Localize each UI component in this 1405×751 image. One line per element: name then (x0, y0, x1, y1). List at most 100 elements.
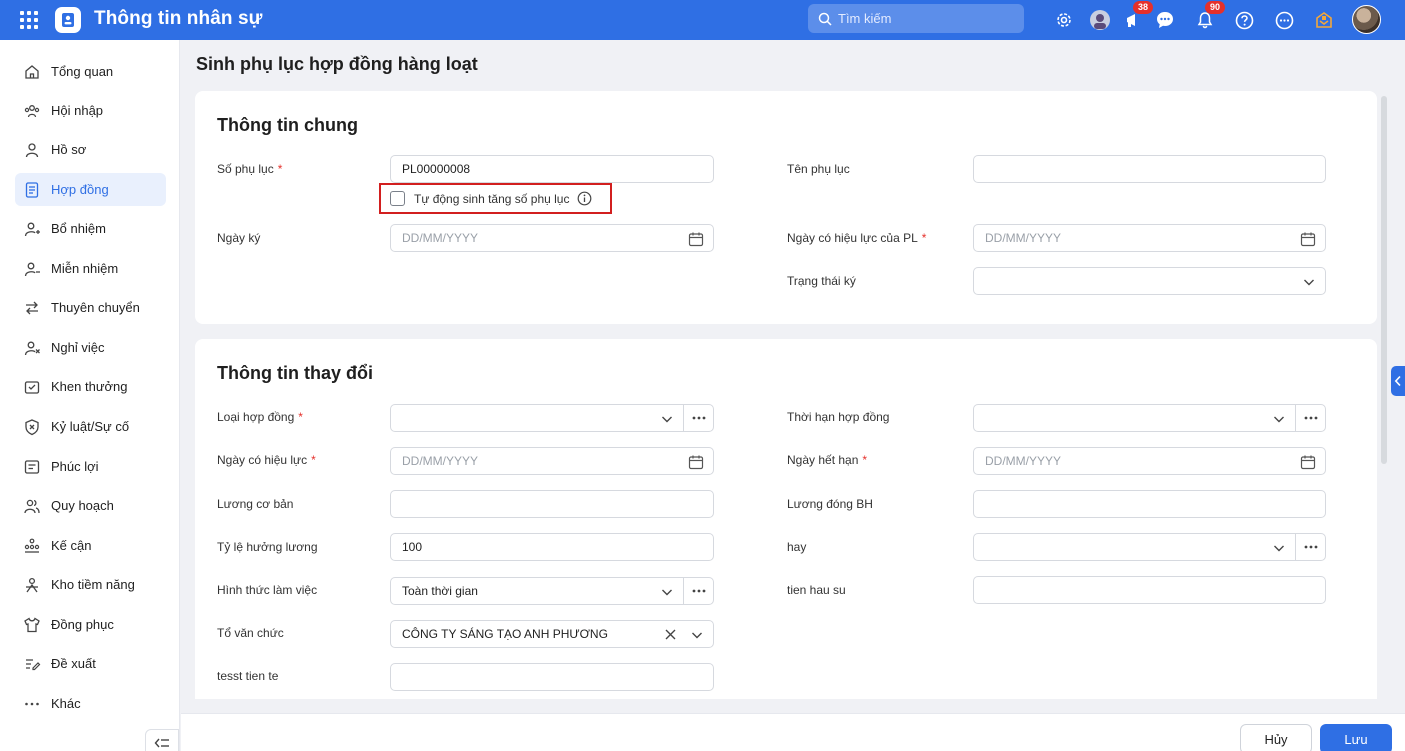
calendar-icon (688, 232, 704, 247)
top-bar: Thông tin nhân sự 38 90 (0, 0, 1405, 40)
appendix-no-field[interactable]: PL00000008 (390, 155, 714, 183)
sidebar-item-ke-can[interactable]: Kế cận (15, 529, 166, 562)
sidebar-item-ky-luat[interactable]: Kỷ luật/Sự cố (15, 410, 166, 443)
salary-rate-field[interactable]: 100 (390, 533, 714, 561)
contract-type-more-button[interactable] (683, 404, 713, 432)
content-scrollbar-thumb[interactable] (1381, 96, 1387, 464)
app-launcher-icon[interactable] (20, 11, 38, 29)
shield-icon (25, 418, 39, 435)
hay-more-button[interactable] (1295, 533, 1325, 561)
action-bar (181, 713, 1405, 751)
sign-date-field[interactable]: DD/MM/YYYY (390, 224, 714, 252)
home-icon (25, 64, 39, 79)
ellipsis-icon (1304, 416, 1317, 420)
chat-icon[interactable] (1153, 8, 1177, 32)
appendix-no-label: Số phụ lục * (217, 162, 283, 176)
tesst-tien-te-label: tesst tien te (217, 669, 279, 683)
sidebar-item-tong-quan[interactable]: Tổng quan (15, 55, 166, 88)
more-apps-icon[interactable] (1272, 8, 1296, 32)
side-panel-toggle[interactable] (1391, 366, 1405, 396)
sidebar-item-hoi-nhap[interactable]: Hội nhập (15, 94, 166, 127)
insurance-salary-field[interactable] (973, 490, 1326, 518)
org-label: Tổ văn chức (217, 626, 284, 640)
effective-date-field[interactable]: DD/MM/YYYY (390, 447, 714, 475)
sidebar-item-thuyen-chuyen[interactable]: Thuyên chuyển (15, 291, 166, 324)
chevron-down-icon (1274, 416, 1284, 423)
change-info-card: Thông tin thay đổi (195, 339, 1377, 699)
sidebar-item-label: Kỷ luật/Sự cố (51, 419, 130, 434)
auto-increment-label: Tự động sinh tăng số phụ lục (414, 191, 570, 206)
user-avatar[interactable] (1352, 5, 1381, 34)
base-salary-field[interactable] (390, 490, 714, 518)
sidebar-item-label: Kế cận (51, 538, 92, 553)
app-title: Thông tin nhân sự (94, 8, 263, 29)
work-form-select[interactable]: Toàn thời gian (390, 577, 714, 605)
org-chart-icon (24, 538, 40, 553)
auto-increment-checkbox[interactable] (390, 191, 405, 206)
sidebar-item-hop-dong[interactable]: Hợp đồng (15, 173, 166, 206)
sidebar-item-de-xuat[interactable]: Đề xuất (15, 647, 166, 680)
collapse-sidebar-button[interactable] (145, 729, 179, 751)
expiry-date-field[interactable]: DD/MM/YYYY (973, 447, 1326, 475)
bell-icon[interactable]: 90 (1193, 1, 1226, 32)
calendar-icon (1300, 232, 1316, 247)
talent-icon (26, 577, 38, 592)
bell-badge: 90 (1205, 1, 1226, 14)
base-salary-label: Lương cơ bản (217, 497, 294, 511)
reward-icon (24, 380, 40, 394)
clear-icon[interactable] (664, 628, 677, 641)
contract-type-select[interactable] (390, 404, 714, 432)
cancel-button[interactable]: Hủy (1240, 724, 1312, 751)
sidebar-item-nghi-viec[interactable]: Nghỉ việc (15, 331, 166, 364)
sidebar-item-label: Đồng phục (51, 617, 114, 632)
work-form-label: Hình thức làm việc (217, 583, 318, 597)
sign-status-select[interactable] (973, 267, 1326, 295)
sidebar-item-label: Phúc lợi (51, 459, 99, 474)
change-info-title: Thông tin thay đổi (217, 363, 373, 383)
auto-increment-highlight: Tự động sinh tăng số phụ lục (379, 183, 612, 214)
tien-hau-su-field[interactable] (973, 576, 1326, 604)
announcement-icon[interactable]: 38 (1121, 1, 1154, 32)
sidebar-item-khen-thuong[interactable]: Khen thưởng (15, 370, 166, 403)
sign-date-label: Ngày ký (217, 231, 261, 245)
gift-mail-icon[interactable] (1312, 8, 1336, 32)
sidebar-item-ho-so[interactable]: Hồ sơ (15, 133, 166, 166)
sidebar-item-quy-hoach[interactable]: Quy hoạch (15, 489, 166, 522)
appendix-name-field[interactable] (973, 155, 1326, 183)
sidebar-item-mien-nhiem[interactable]: Miễn nhiệm (15, 252, 166, 285)
chevron-down-icon (1274, 545, 1284, 552)
sidebar-item-dong-phuc[interactable]: Đồng phục (15, 608, 166, 641)
ellipsis-icon (1304, 545, 1317, 549)
sidebar-item-label: Khác (51, 696, 81, 711)
contract-term-more-button[interactable] (1295, 404, 1325, 432)
settings-gear-icon[interactable] (1052, 8, 1076, 32)
work-form-more-button[interactable] (683, 577, 713, 605)
hay-label: hay (787, 540, 807, 554)
sidebar-item-bo-nhiem[interactable]: Bổ nhiệm (15, 212, 166, 245)
sidebar-item-khac[interactable]: Khác (15, 687, 166, 720)
calendar-icon (1300, 455, 1316, 470)
contract-term-select[interactable] (973, 404, 1326, 432)
tesst-tien-te-field[interactable] (390, 663, 714, 691)
user-status-avatar-icon[interactable] (1088, 8, 1112, 32)
sidebar-item-label: Thuyên chuyển (51, 300, 140, 315)
sidebar-item-label: Kho tiềm năng (51, 577, 135, 592)
sidebar-item-kho-tiem-nang[interactable]: Kho tiềm năng (15, 568, 166, 601)
effective-date-pl-field[interactable]: DD/MM/YYYY (973, 224, 1326, 252)
sidebar-item-phuc-loi[interactable]: Phúc lợi (15, 450, 166, 483)
chevron-down-icon (1304, 279, 1314, 286)
hay-select[interactable] (973, 533, 1326, 561)
sidebar-item-label: Hợp đồng (51, 182, 109, 197)
sidebar-item-label: Bổ nhiệm (51, 221, 106, 236)
help-icon[interactable] (1232, 8, 1256, 32)
more-icon (25, 702, 39, 705)
org-select[interactable]: CÔNG TY SÁNG TẠO ANH PHƯƠNG (390, 620, 714, 648)
ellipsis-icon (692, 589, 705, 593)
expiry-date-label: Ngày hết hạn * (787, 453, 868, 467)
save-button[interactable]: Lưu (1320, 724, 1392, 751)
info-icon[interactable] (577, 191, 592, 206)
contract-type-label: Loại hợp đồng * (217, 410, 303, 424)
sidebar-item-label: Quy hoạch (51, 498, 114, 513)
search-box[interactable] (808, 4, 1024, 33)
search-input[interactable] (838, 11, 1008, 26)
